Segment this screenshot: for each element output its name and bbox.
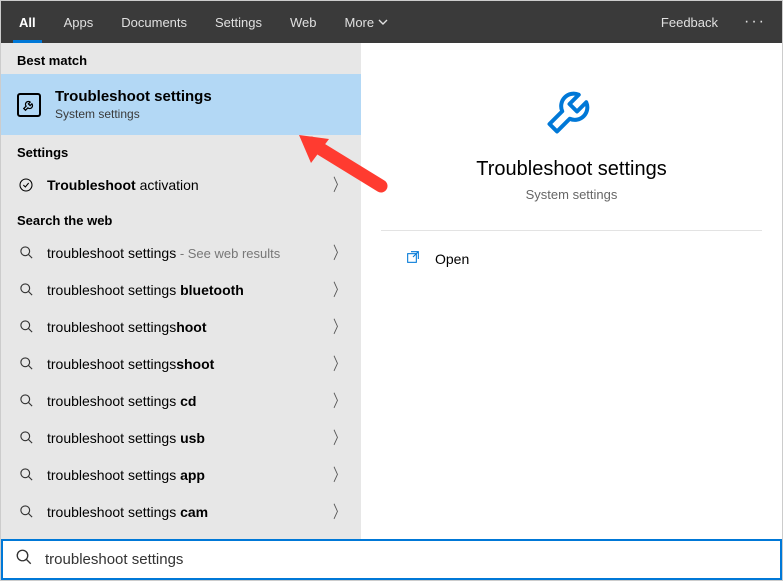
tab-web[interactable]: Web xyxy=(276,1,331,43)
preview-panel: Troubleshoot settings System settings Op… xyxy=(361,43,782,539)
web-result-item[interactable]: troubleshoot settingshoot 〉 xyxy=(1,308,361,345)
best-match-subtitle: System settings xyxy=(55,107,212,121)
search-icon xyxy=(17,504,35,519)
search-icon xyxy=(17,245,35,260)
tab-label: Settings xyxy=(215,15,262,30)
open-button[interactable]: Open xyxy=(361,231,782,286)
web-item-label: troubleshoot settings - See web results xyxy=(47,245,321,261)
web-item-label: troubleshoot settings bluetooth xyxy=(47,282,321,298)
chevron-right-icon: 〉 xyxy=(333,241,345,265)
chevron-right-icon: 〉 xyxy=(333,389,345,413)
settings-result-item[interactable]: Troubleshoot activation 〉 xyxy=(1,166,361,203)
open-icon xyxy=(405,249,421,268)
chevron-right-icon: 〉 xyxy=(333,315,345,339)
web-item-label: troubleshoot settingsshoot xyxy=(47,356,321,372)
preview-title: Troubleshoot settings xyxy=(361,158,782,181)
results-panel: Best match Troubleshoot settings System … xyxy=(1,43,361,539)
tab-label: Web xyxy=(290,15,317,30)
tab-apps[interactable]: Apps xyxy=(50,1,108,43)
search-icon xyxy=(17,467,35,482)
preview-subtitle: System settings xyxy=(361,187,782,202)
feedback-link[interactable]: Feedback xyxy=(647,15,732,30)
web-result-item[interactable]: troubleshoot settings - See web results 〉 xyxy=(1,234,361,271)
web-result-item[interactable]: troubleshoot settingsshoot 〉 xyxy=(1,345,361,382)
settings-header: Settings xyxy=(1,135,361,166)
web-result-item[interactable]: troubleshoot settings cd 〉 xyxy=(1,382,361,419)
open-label: Open xyxy=(435,251,469,267)
chevron-right-icon: 〉 xyxy=(333,352,345,376)
ellipsis-icon: ··· xyxy=(744,13,766,30)
chevron-right-icon: 〉 xyxy=(333,463,345,487)
search-icon xyxy=(17,356,35,371)
search-icon xyxy=(17,282,35,297)
web-item-label: troubleshoot settings cd xyxy=(47,393,321,409)
more-options-button[interactable]: ··· xyxy=(732,13,778,31)
tab-label: More xyxy=(345,15,375,30)
web-result-item[interactable]: troubleshoot settings cam 〉 xyxy=(1,493,361,530)
chevron-right-icon: 〉 xyxy=(333,426,345,450)
search-icon xyxy=(15,548,33,571)
troubleshoot-icon xyxy=(17,93,41,117)
search-web-header: Search the web xyxy=(1,203,361,234)
tab-more[interactable]: More xyxy=(331,1,403,43)
search-icon xyxy=(17,319,35,334)
web-result-item[interactable]: troubleshoot settings usb 〉 xyxy=(1,419,361,456)
tab-label: Apps xyxy=(64,15,94,30)
search-bar[interactable] xyxy=(1,539,782,580)
tab-label: Documents xyxy=(121,15,187,30)
settings-item-label: Troubleshoot activation xyxy=(47,177,321,193)
tab-documents[interactable]: Documents xyxy=(107,1,201,43)
chevron-right-icon: 〉 xyxy=(333,278,345,302)
top-filter-bar: All Apps Documents Settings Web More Fee… xyxy=(1,1,782,43)
web-result-item[interactable]: troubleshoot settings app 〉 xyxy=(1,456,361,493)
web-item-label: troubleshoot settings app xyxy=(47,467,321,483)
tab-label: All xyxy=(19,15,36,30)
search-icon xyxy=(17,393,35,408)
search-input[interactable] xyxy=(45,551,768,568)
best-match-title: Troubleshoot settings xyxy=(55,88,212,105)
best-match-header: Best match xyxy=(1,43,361,74)
chevron-down-icon xyxy=(378,15,388,30)
chevron-right-icon: 〉 xyxy=(333,500,345,524)
web-result-item[interactable]: troubleshoot settings bluetooth 〉 xyxy=(1,271,361,308)
tab-settings[interactable]: Settings xyxy=(201,1,276,43)
web-item-label: troubleshoot settings usb xyxy=(47,430,321,446)
web-item-label: troubleshoot settings cam xyxy=(47,504,321,520)
web-item-label: troubleshoot settingshoot xyxy=(47,319,321,335)
chevron-right-icon: 〉 xyxy=(333,173,345,197)
feedback-label: Feedback xyxy=(661,15,718,30)
best-match-item[interactable]: Troubleshoot settings System settings xyxy=(1,74,361,135)
tab-all[interactable]: All xyxy=(5,1,50,43)
search-icon xyxy=(17,430,35,445)
checkmark-circle-icon xyxy=(17,177,35,193)
wrench-icon xyxy=(361,79,782,144)
